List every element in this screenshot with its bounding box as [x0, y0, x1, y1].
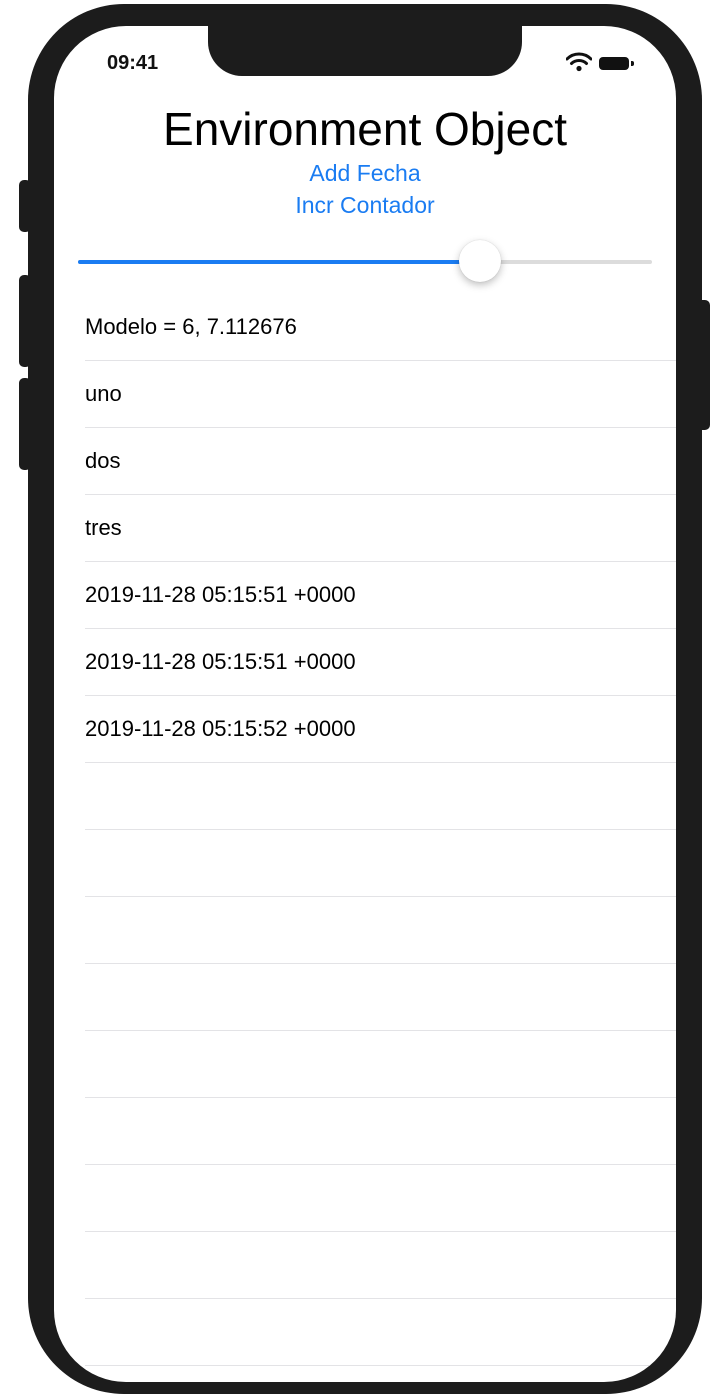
volume-down-button	[19, 378, 31, 470]
wifi-icon	[566, 52, 592, 72]
silent-switch	[19, 180, 31, 232]
item-list: Modelo = 6, 7.112676 uno dos tres 2019-11-28…	[85, 294, 676, 1366]
slider-fill	[78, 260, 480, 264]
list-item: dos	[85, 428, 676, 495]
list-item	[85, 964, 676, 1031]
battery-icon	[599, 57, 634, 70]
status-time: 09:41	[107, 52, 159, 74]
list-item: tres	[85, 495, 676, 562]
list-item	[85, 1232, 676, 1299]
list-item	[85, 897, 676, 964]
incr-contador-button[interactable]: Incr Contador	[54, 192, 676, 219]
list-item	[85, 1165, 676, 1232]
add-fecha-button[interactable]: Add Fecha	[54, 160, 676, 187]
list-item: 2019-11-28 05:15:51 +0000	[85, 629, 676, 696]
list-item	[85, 763, 676, 830]
power-button	[696, 300, 710, 430]
list-item	[85, 1098, 676, 1165]
app-screen: 09:41 Environment Object Add Fecha Incr …	[54, 26, 676, 1382]
list-item	[85, 1299, 676, 1366]
list-item	[85, 830, 676, 897]
list-item	[85, 1031, 676, 1098]
list-item: Modelo = 6, 7.112676	[85, 294, 676, 361]
page-title: Environment Object	[163, 103, 567, 155]
volume-up-button	[19, 275, 31, 367]
list-item: 2019-11-28 05:15:52 +0000	[85, 696, 676, 763]
slider-thumb[interactable]	[458, 240, 501, 282]
value-slider[interactable]	[78, 240, 652, 284]
list-item: 2019-11-28 05:15:51 +0000	[85, 562, 676, 629]
list-item: uno	[85, 361, 676, 428]
notch	[208, 26, 522, 76]
